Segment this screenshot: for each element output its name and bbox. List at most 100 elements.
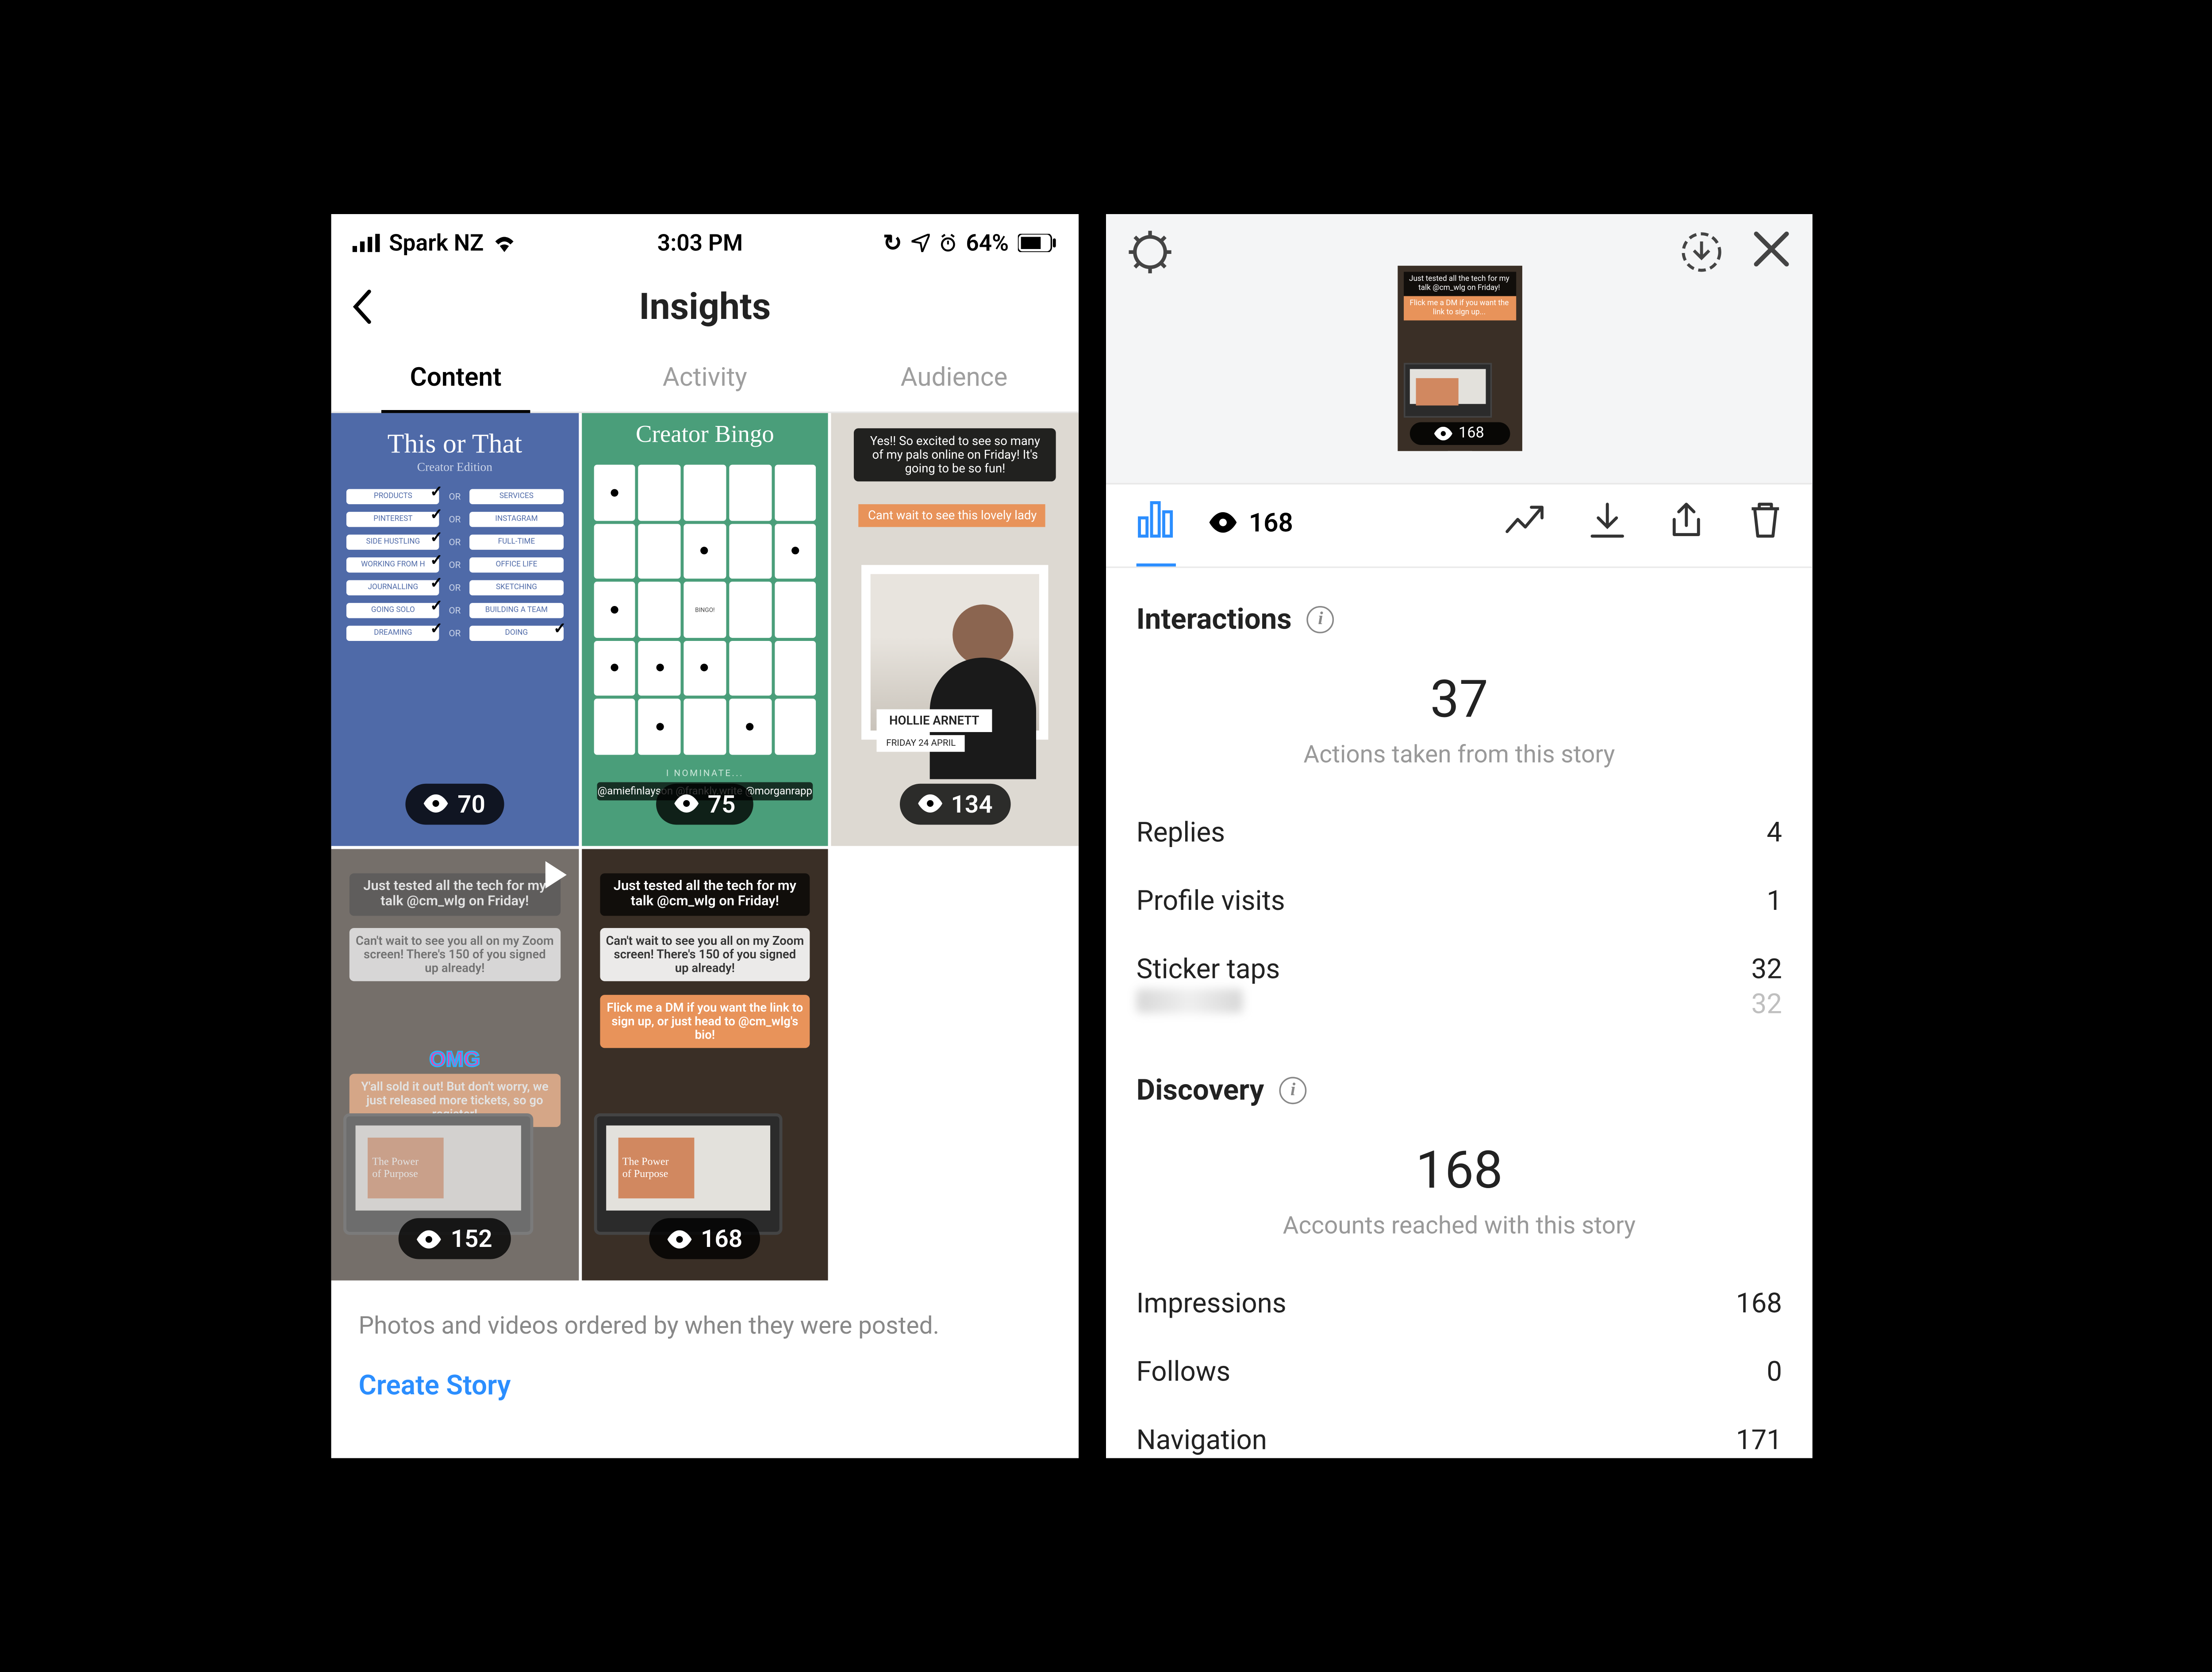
thumb-text: Just tested all the tech for my talk @cm… (599, 873, 810, 915)
metric-label: Navigation (1137, 1425, 1267, 1457)
settings-button[interactable] (1127, 229, 1173, 281)
discovery-heading: Discovery i (1106, 1039, 1813, 1116)
views-badge: 134 (899, 783, 1011, 824)
metric-row-sticker-detail: 32 (1106, 989, 1813, 1039)
story-thumb[interactable]: Creator Bingo BINGO! I NOMINATE... @amie… (581, 413, 829, 846)
chart-icon (1137, 499, 1176, 545)
wifi-icon (493, 234, 517, 252)
location-icon (911, 234, 929, 252)
battery-icon (1018, 234, 1057, 252)
clock-label: 3:03 PM (657, 229, 743, 257)
save-button[interactable] (1679, 229, 1724, 281)
thumb-title: This or That (388, 428, 522, 459)
metric-value: 0 (1767, 1356, 1782, 1388)
metric-value: 32 (1751, 989, 1782, 1020)
metric-value: 168 (1736, 1288, 1782, 1320)
thumb-subtitle: Creator Edition (331, 460, 579, 474)
views-badge: 168 (649, 1219, 760, 1260)
thumb-text: Cant wait to see this lovely lady (859, 504, 1046, 527)
story-thumb[interactable]: This or That Creator Edition PRODUCTSORS… (331, 413, 579, 845)
metric-label: Profile visits (1137, 886, 1285, 917)
metric-label: Replies (1137, 817, 1225, 849)
metric-label: Sticker taps (1137, 954, 1280, 986)
info-icon[interactable]: i (1279, 1076, 1307, 1104)
signal-icon (353, 234, 380, 252)
metric-value: 171 (1736, 1425, 1782, 1457)
detail-header: Just tested all the tech for my talk @cm… (1106, 214, 1813, 484)
story-thumb[interactable]: Yes!! So excited to see so many of my pa… (832, 413, 1079, 846)
insights-screen: Spark NZ 3:03 PM ↻ 64% (331, 214, 1079, 1458)
grid-caption: Photos and videos ordered by when they w… (331, 1281, 1079, 1355)
section-title: Discovery (1137, 1072, 1264, 1107)
story-thumb[interactable]: Just tested all the tech for my talk @cm… (581, 848, 829, 1281)
thumb-text: HOLLIE ARNETT (877, 709, 991, 732)
interactions-total: 37 (1106, 645, 1813, 730)
delete-button[interactable] (1749, 501, 1782, 547)
metric-value: 32 (1751, 954, 1782, 986)
insights-tab[interactable] (1137, 499, 1176, 566)
metric-row-impressions: Impressions 168 (1106, 1269, 1813, 1338)
section-title: Interactions (1137, 601, 1292, 636)
create-story-link[interactable]: Create Story (331, 1355, 1079, 1418)
eye-icon (674, 794, 699, 813)
story-detail-screen: Just tested all the tech for my talk @cm… (1106, 214, 1813, 1458)
thumb-text: I NOMINATE... (581, 768, 829, 778)
tabs: Content Activity Audience (331, 341, 1079, 413)
metric-row-profile-visits: Profile visits 1 (1106, 867, 1813, 936)
eye-icon (417, 1230, 442, 1248)
download-button[interactable] (1590, 502, 1624, 545)
thumb-art: PRODUCTSORSERVICES PINTERESTORINSTAGRAM … (346, 489, 563, 648)
views-count: 152 (451, 1224, 492, 1253)
close-button[interactable] (1751, 229, 1791, 275)
thumb-text: Can't wait to see you all on my Zoom scr… (599, 928, 810, 981)
thumb-text: Flick me a DM if you want the link to si… (599, 994, 810, 1047)
interactions-heading: Interactions i (1106, 568, 1813, 645)
page-title: Insights (331, 285, 1079, 328)
views-badge: 168 (1409, 422, 1509, 445)
eye-icon (1210, 510, 1237, 538)
nav-bar: Insights (331, 272, 1079, 341)
battery-percent-label: 64% (966, 229, 1009, 257)
views-count: 134 (951, 789, 993, 818)
metric-label: Impressions (1137, 1288, 1286, 1320)
alarm-icon (939, 234, 957, 252)
thumb-title: Creator Bingo (581, 422, 829, 449)
video-icon (542, 861, 566, 894)
share-button[interactable] (1670, 501, 1703, 547)
thumb-art: BINGO! (594, 464, 817, 754)
tab-activity[interactable]: Activity (580, 341, 830, 411)
promote-button[interactable] (1505, 504, 1545, 544)
views-count: 168 (1459, 425, 1484, 442)
sync-icon: ↻ (883, 229, 902, 257)
interactions-subtitle: Actions taken from this story (1106, 730, 1813, 799)
status-bar: Spark NZ 3:03 PM ↻ 64% (331, 214, 1079, 272)
eye-icon (918, 794, 942, 813)
carrier-label: Spark NZ (389, 229, 484, 257)
views-count: 70 (457, 789, 485, 818)
tab-audience[interactable]: Audience (830, 341, 1079, 411)
views-badge: 75 (656, 783, 754, 824)
metric-row-replies: Replies 4 (1106, 799, 1813, 867)
metric-label-hidden (1137, 989, 1243, 1020)
thumb-text: Yes!! So excited to see so many of my pa… (854, 428, 1056, 481)
story-thumb[interactable]: Just tested all the tech for my talk @cm… (331, 848, 579, 1281)
metric-value: 1 (1767, 886, 1782, 917)
eye-icon (424, 794, 449, 813)
discovery-subtitle: Accounts reached with this story (1106, 1201, 1813, 1270)
selected-story-thumb[interactable]: Just tested all the tech for my talk @cm… (1397, 266, 1522, 451)
metric-label: Follows (1137, 1356, 1230, 1388)
views-tab[interactable]: 168 (1210, 509, 1293, 557)
discovery-total: 168 (1106, 1116, 1813, 1201)
views-count: 168 (1249, 509, 1293, 539)
info-icon[interactable]: i (1307, 605, 1334, 633)
metric-row-follows: Follows 0 (1106, 1338, 1813, 1407)
thumb-art: The Powerof Purpose (594, 1114, 783, 1235)
story-grid: This or That Creator Edition PRODUCTSORS… (331, 413, 1079, 1281)
metric-row-sticker-taps: Sticker taps 32 (1106, 936, 1813, 989)
metric-value: 4 (1767, 817, 1782, 849)
metric-row-navigation: Navigation 171 (1106, 1406, 1813, 1458)
thumb-text: FRIDAY 24 APRIL (877, 735, 965, 752)
tab-content[interactable]: Content (331, 341, 580, 411)
views-badge: 152 (399, 1219, 511, 1260)
views-count: 75 (708, 789, 736, 818)
